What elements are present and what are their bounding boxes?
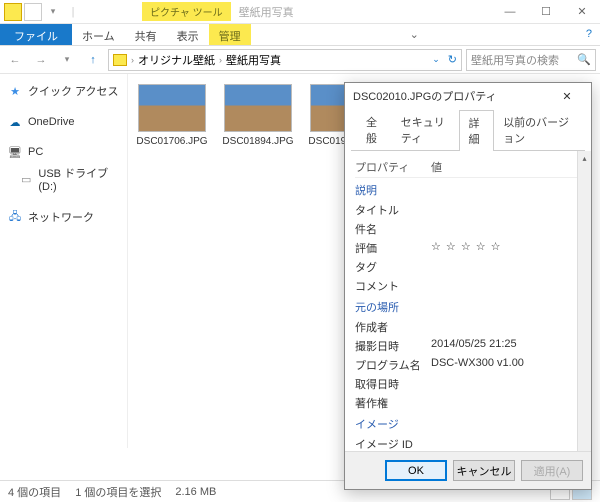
folder-icon	[113, 54, 127, 66]
help-icon[interactable]: ?	[578, 24, 600, 45]
properties-dialog: DSC02010.JPGのプロパティ ✕ 全般 セキュリティ 詳細 以前のバージ…	[344, 82, 592, 490]
property-row: プログラム名DSC-WX300 v1.00	[355, 355, 581, 374]
section-image: イメージ	[355, 412, 581, 434]
tab-security[interactable]: セキュリティ	[392, 109, 460, 150]
tab-share[interactable]: 共有	[125, 24, 167, 45]
nav-back-button[interactable]: ←	[4, 49, 26, 71]
status-selection: 1 個の項目を選択	[75, 484, 161, 500]
address-input[interactable]: › オリジナル壁紙 › 壁紙用写真 ⌄ ↻	[108, 49, 462, 71]
dialog-buttons: OK キャンセル 適用(A)	[345, 451, 591, 489]
star-icon: ★	[8, 84, 22, 98]
sidebar-item-onedrive[interactable]: ☁OneDrive	[4, 112, 123, 132]
qat-separator: |	[64, 3, 82, 21]
tab-previous-versions[interactable]: 以前のバージョン	[494, 109, 579, 150]
property-row: 作成者	[355, 317, 581, 336]
qat-dropdown[interactable]: ▾	[44, 3, 62, 21]
dialog-body: プロパティ 値 説明 タイトル 件名 評価☆ ☆ ☆ ☆ ☆ タグ コメント 元…	[345, 151, 591, 451]
usb-icon: ▭	[20, 172, 32, 186]
property-row: 件名	[355, 219, 581, 238]
tab-home[interactable]: ホーム	[72, 24, 125, 45]
property-row: 撮影日時2014/05/25 21:25	[355, 336, 581, 355]
minimize-button[interactable]: —	[492, 0, 528, 24]
file-item[interactable]: DSC01706.JPG	[136, 84, 208, 147]
thumbnail	[138, 84, 206, 132]
dialog-tabs: 全般 セキュリティ 詳細 以前のバージョン	[351, 109, 585, 151]
nav-history-dropdown[interactable]: ▾	[56, 49, 78, 71]
file-item[interactable]: DSC01894.JPG	[222, 84, 294, 147]
property-header: プロパティ 値	[355, 157, 581, 178]
sidebar-item-pc[interactable]: 🖥PC	[4, 142, 123, 162]
property-row: 評価☆ ☆ ☆ ☆ ☆	[355, 238, 581, 257]
search-placeholder: 壁紙用写真の検索	[471, 52, 559, 68]
cancel-button[interactable]: キャンセル	[453, 460, 515, 481]
thumbnail	[224, 84, 292, 132]
contextual-tool-tab: ピクチャ ツール	[142, 2, 231, 21]
navigation-pane: ★クイック アクセス ☁OneDrive 🖥PC ▭USB ドライブ (D:) …	[0, 74, 128, 448]
rating-stars[interactable]: ☆ ☆ ☆ ☆ ☆	[431, 240, 581, 256]
apply-button[interactable]: 適用(A)	[521, 460, 583, 481]
tab-general[interactable]: 全般	[357, 109, 392, 150]
status-size: 2.16 MB	[175, 486, 216, 498]
network-icon: 🖧	[8, 210, 22, 224]
address-dropdown-icon[interactable]: ⌄	[432, 54, 440, 65]
ribbon-expand-icon[interactable]: ⌄	[402, 24, 427, 45]
property-row: イメージ ID	[355, 434, 581, 451]
qat-button[interactable]	[24, 3, 42, 21]
scroll-up-icon[interactable]: ▴	[578, 151, 591, 165]
chevron-right-icon: ›	[131, 55, 134, 65]
ribbon-tabs: ファイル ホーム 共有 表示 管理 ⌄ ?	[0, 24, 600, 46]
chevron-right-icon: ›	[219, 55, 222, 65]
property-row: タグ	[355, 257, 581, 276]
pc-icon: 🖥	[8, 145, 22, 159]
section-description: 説明	[355, 178, 581, 200]
breadcrumb-item[interactable]: 壁紙用写真	[226, 52, 281, 68]
cloud-icon: ☁	[8, 115, 22, 129]
section-origin: 元の場所	[355, 295, 581, 317]
search-input[interactable]: 壁紙用写真の検索 🔍	[466, 49, 596, 71]
nav-forward-button: →	[30, 49, 52, 71]
sidebar-item-quick-access[interactable]: ★クイック アクセス	[4, 80, 123, 102]
tab-view[interactable]: 表示	[167, 24, 209, 45]
dialog-titlebar[interactable]: DSC02010.JPGのプロパティ ✕	[345, 83, 591, 109]
tab-file[interactable]: ファイル	[0, 24, 72, 45]
breadcrumb-item[interactable]: オリジナル壁紙	[138, 52, 215, 68]
maximize-button[interactable]: ☐	[528, 0, 564, 24]
window-location: 壁紙用写真	[239, 4, 294, 20]
close-button[interactable]: ✕	[564, 0, 600, 24]
tab-manage[interactable]: 管理	[209, 24, 251, 45]
property-row: 取得日時	[355, 374, 581, 393]
search-icon: 🔍	[577, 53, 591, 66]
tab-details[interactable]: 詳細	[459, 110, 494, 151]
tool-tab-label: ピクチャ ツール	[142, 2, 231, 21]
sidebar-item-usb[interactable]: ▭USB ドライブ (D:)	[4, 162, 123, 196]
sidebar-item-network[interactable]: 🖧ネットワーク	[4, 206, 123, 228]
window-titlebar: ▾ | ピクチャ ツール 壁紙用写真 — ☐ ✕	[0, 0, 600, 24]
address-bar: ← → ▾ ↑ › オリジナル壁紙 › 壁紙用写真 ⌄ ↻ 壁紙用写真の検索 🔍	[0, 46, 600, 74]
dialog-title: DSC02010.JPGのプロパティ	[353, 88, 497, 104]
folder-icon	[4, 3, 22, 21]
dialog-close-button[interactable]: ✕	[551, 85, 583, 107]
property-row: タイトル	[355, 200, 581, 219]
property-row: 著作権	[355, 393, 581, 412]
nav-up-button[interactable]: ↑	[82, 49, 104, 71]
status-item-count: 4 個の項目	[8, 484, 61, 500]
scrollbar[interactable]: ▴	[577, 151, 591, 451]
property-row: コメント	[355, 276, 581, 295]
ok-button[interactable]: OK	[385, 460, 447, 481]
refresh-icon[interactable]: ↻	[448, 53, 457, 66]
